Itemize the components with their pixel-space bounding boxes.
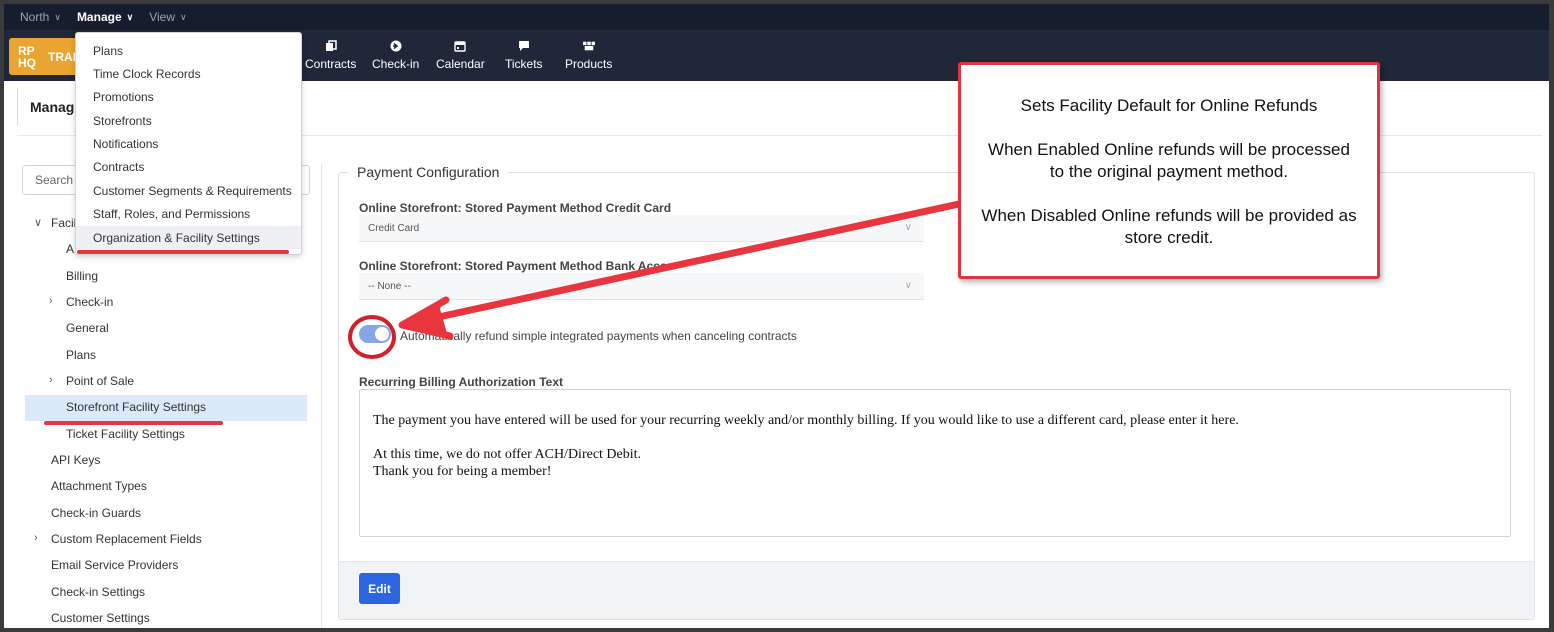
nav-calendar[interactable]: Calendar — [436, 40, 485, 71]
dropdown-item-promotions[interactable]: Promotions — [76, 85, 301, 108]
dropdown-item-storefronts[interactable]: Storefronts — [76, 109, 301, 132]
dropdown-item-organization-facility-settings[interactable]: Organization & Facility Settings — [76, 226, 301, 249]
dropdown-item-time-clock-records[interactable]: Time Clock Records — [76, 62, 301, 85]
form-footer — [339, 561, 1534, 619]
chevron-down-icon: ∨ — [904, 222, 912, 233]
manage-dropdown-menu: Plans Time Clock Records Promotions Stor… — [75, 32, 302, 255]
chevron-down-icon: ∨ — [180, 11, 187, 22]
annotation-underline-sidebar — [44, 421, 223, 425]
sidebar-item-check-in-guards[interactable]: Check-in Guards — [51, 502, 141, 524]
callout-line-2: When Enabled Online refunds will be proc… — [988, 140, 1350, 181]
sidebar-item-point-of-sale[interactable]: › Point of Sale — [49, 370, 134, 392]
credit-card-label: Online Storefront: Stored Payment Method… — [359, 201, 672, 215]
sidebar-item-storefront-facility-settings[interactable]: Storefront Facility Settings — [66, 396, 206, 418]
bank-account-label: Online Storefront: Stored Payment Method… — [359, 259, 668, 273]
dropdown-item-contracts[interactable]: Contracts — [76, 155, 301, 178]
chevron-right-icon: › — [49, 374, 53, 386]
recurring-text-paragraph-1: The payment you have entered will be use… — [373, 413, 1239, 428]
menu-view[interactable]: View ∨ — [149, 10, 186, 24]
sidebar-item-customer-settings[interactable]: Customer Settings — [51, 607, 150, 628]
dropdown-item-plans[interactable]: Plans — [76, 39, 301, 62]
app-logo[interactable]: RP HQ TRAI — [9, 38, 84, 75]
sidebar-item-check-in[interactable]: › Check-in — [49, 291, 113, 313]
sidebar-item-plans[interactable]: Plans — [66, 344, 96, 366]
chevron-down-icon: ∨ — [904, 280, 912, 291]
chevron-down-icon: ∨ — [34, 217, 43, 229]
sidebar-item-api-keys[interactable]: API Keys — [51, 449, 100, 471]
annotation-underline-dropdown — [77, 250, 289, 254]
sidebar-item-custom-replacement-fields[interactable]: › Custom Replacement Fields — [34, 528, 202, 550]
chevron-right-icon: › — [49, 295, 53, 307]
sidebar-item-facility[interactable]: ∨ Facil — [34, 212, 76, 234]
menu-north[interactable]: North ∨ — [20, 10, 61, 24]
logo-text: TRAI — [48, 49, 76, 64]
chevron-down-icon: ∨ — [126, 11, 134, 22]
app-window: North ∨ Manage ∨ View ∨ RP HQ TRAI Contract… — [4, 4, 1549, 628]
sidebar-item-general[interactable]: General — [66, 317, 109, 339]
sidebar-item-attachment-types[interactable]: Attachment Types — [51, 475, 147, 497]
chevron-right-icon: › — [34, 532, 38, 544]
callout-line-3: When Disabled Online refunds will be pro… — [981, 206, 1357, 247]
arrow-right-circle-icon — [390, 40, 402, 52]
logo-mark: RP HQ — [18, 43, 36, 70]
dropdown-item-notifications[interactable]: Notifications — [76, 132, 301, 155]
annotation-callout: Sets Facility Default for Online Refunds… — [958, 62, 1380, 279]
sidebar-item-a[interactable]: A — [66, 238, 74, 260]
chevron-down-icon: ∨ — [54, 11, 61, 22]
nav-check-in[interactable]: Check-in — [372, 40, 419, 71]
callout-line-1: Sets Facility Default for Online Refunds — [1020, 96, 1318, 115]
contracts-icon — [325, 40, 337, 52]
chat-bubble-icon — [518, 40, 530, 52]
bank-account-select[interactable]: -- None -- ∨ — [359, 273, 924, 300]
edit-button[interactable]: Edit — [359, 573, 400, 604]
nav-contracts[interactable]: Contracts — [305, 40, 356, 71]
sidebar-item-email-service-providers[interactable]: Email Service Providers — [51, 554, 178, 576]
nav-products[interactable]: Products — [565, 40, 612, 71]
annotation-circle — [348, 315, 396, 359]
sidebar-item-billing[interactable]: Billing — [66, 265, 98, 287]
calendar-icon — [454, 40, 467, 52]
sidebar-item-check-in-settings[interactable]: Check-in Settings — [51, 581, 145, 603]
page-header: Manag — [17, 88, 74, 126]
menu-manage[interactable]: Manage ∨ — [77, 10, 133, 24]
top-menu-bar: North ∨ Manage ∨ View ∨ — [4, 4, 1549, 30]
credit-card-select[interactable]: Credit Card ∨ — [359, 215, 924, 242]
sidebar-item-ticket-facility-settings[interactable]: Ticket Facility Settings — [66, 423, 185, 445]
recurring-billing-label: Recurring Billing Authorization Text — [359, 375, 563, 389]
nav-tickets[interactable]: Tickets — [505, 40, 543, 71]
dropdown-item-customer-segments[interactable]: Customer Segments & Requirements — [76, 179, 301, 202]
recurring-text-paragraph-2: At this time, we do not offer ACH/Direct… — [373, 447, 642, 479]
recurring-billing-text[interactable]: The payment you have entered will be use… — [359, 389, 1511, 537]
auto-refund-label: Automatically refund simple integrated p… — [400, 329, 797, 343]
page-title: Manag — [30, 99, 75, 115]
dropdown-item-staff-roles-permissions[interactable]: Staff, Roles, and Permissions — [76, 202, 301, 225]
boxes-icon — [582, 40, 595, 52]
sidebar-divider — [321, 164, 322, 628]
section-title: Payment Configuration — [349, 164, 508, 180]
